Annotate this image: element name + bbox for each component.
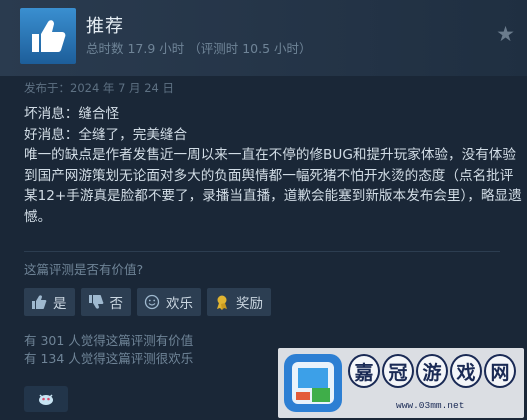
vote-yes-label: 是	[53, 296, 67, 312]
vote-no-label: 否	[109, 296, 124, 312]
review-line: 唯一的缺点是作者发售近一周以来一直在不停的修BUG和提升玩家体验，没有体验到国产…	[24, 147, 522, 225]
funny-count: 有 134 人觉得这篇评测很欢乐	[24, 351, 194, 366]
thumbs-up-icon	[30, 293, 48, 311]
watermark-char: 网	[484, 354, 516, 388]
helpful-question: 这篇评测是否有价值?	[24, 262, 144, 277]
vote-buttons: 是 否 欢乐 奖励	[24, 288, 271, 316]
vote-no-button[interactable]: 否	[80, 288, 131, 316]
review-header: 推荐 总时数 17.9 小时 （评测时 10.5 小时） ★	[0, 0, 527, 76]
site-logo-icon	[284, 354, 342, 412]
vote-yes-button[interactable]: 是	[24, 288, 75, 316]
watermark-char: 戏	[450, 354, 482, 388]
posted-date: 发布于：2024 年 7 月 24 日	[24, 81, 174, 95]
award-icon	[213, 293, 231, 311]
watermark-char: 嘉	[348, 354, 380, 388]
vote-funny-label: 欢乐	[166, 296, 193, 312]
vote-counts: 有 301 人觉得这篇评测有价值 有 134 人觉得这篇评测很欢乐	[24, 332, 193, 368]
watermark-url: www.03mm.net	[396, 400, 465, 411]
review-body: 坏消息：缝合怪 好消息：全缝了，完美缝合 唯一的缺点是作者发售近一周以来一直在不…	[24, 104, 524, 227]
watermark-char: 游	[416, 354, 448, 388]
recommended-thumb-badge	[20, 8, 76, 64]
smiley-icon	[143, 293, 161, 311]
watermark-char: 冠	[382, 354, 414, 388]
review-line: 坏消息：缝合怪	[24, 106, 120, 122]
watermark-text: 嘉 冠 游 戏 网	[348, 354, 516, 388]
divider	[24, 251, 500, 252]
award-button[interactable]: 奖励	[207, 288, 271, 316]
star-icon[interactable]: ★	[496, 22, 515, 46]
watermark: 嘉 冠 游 戏 网 www.03mm.net	[278, 348, 524, 418]
award-label: 奖励	[236, 296, 263, 312]
received-award-chip[interactable]	[24, 386, 68, 412]
thumbs-down-icon	[87, 293, 105, 311]
award-badge-icon	[39, 394, 53, 405]
recommendation-title: 推荐	[86, 16, 124, 37]
thumbs-up-icon	[32, 20, 66, 52]
review-line: 好消息：全缝了，完美缝合	[24, 126, 188, 143]
helpful-count: 有 301 人觉得这篇评测有价值	[24, 333, 194, 348]
vote-funny-button[interactable]: 欢乐	[137, 288, 201, 316]
playtime-hours: 总时数 17.9 小时 （评测时 10.5 小时）	[86, 41, 312, 56]
